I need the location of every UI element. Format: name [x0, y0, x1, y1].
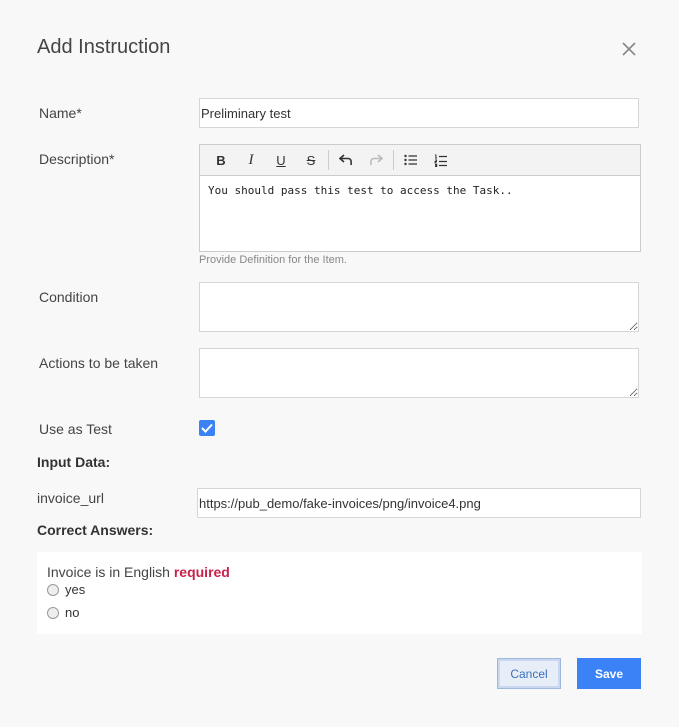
save-button[interactable]: Save: [577, 658, 641, 689]
checkmark-icon: [201, 423, 213, 433]
radio-label-no: no: [65, 605, 80, 620]
actions-textarea[interactable]: [199, 348, 639, 398]
question-label: Invoice is in English: [47, 564, 170, 580]
radio-option-yes[interactable]: yes: [47, 582, 85, 597]
condition-textarea[interactable]: [199, 282, 639, 332]
redo-icon: [370, 154, 383, 166]
dialog-title: Add Instruction: [37, 36, 171, 58]
close-icon: [622, 42, 636, 56]
description-label: Description*: [39, 151, 115, 167]
bullet-list-button[interactable]: [396, 147, 426, 173]
radio-option-no[interactable]: no: [47, 605, 79, 620]
strikethrough-button[interactable]: S: [296, 147, 326, 173]
answers-panel: Invoice is in English required yes no: [37, 552, 642, 634]
undo-button[interactable]: [331, 147, 361, 173]
toolbar-separator: [328, 150, 329, 170]
radio-button-yes[interactable]: [47, 583, 59, 596]
close-button[interactable]: [618, 38, 640, 60]
condition-label: Condition: [39, 289, 99, 305]
italic-button[interactable]: I: [236, 147, 266, 173]
numbered-list-icon: [434, 154, 447, 167]
redo-button[interactable]: [361, 147, 391, 173]
italic-icon: I: [248, 151, 254, 168]
cancel-button[interactable]: Cancel: [497, 658, 561, 689]
input-data-heading: Input Data:: [37, 454, 111, 470]
question-text: Invoice is in English required: [47, 564, 230, 580]
bold-icon: B: [216, 152, 226, 168]
undo-icon: [339, 154, 352, 166]
toolbar-separator: [393, 150, 394, 170]
description-help-text: Provide Definition for the Item.: [199, 254, 347, 266]
underline-button[interactable]: U: [266, 147, 296, 173]
use-as-test-label: Use as Test: [39, 421, 112, 437]
invoice-url-label: invoice_url: [37, 490, 104, 506]
underline-icon: U: [276, 152, 286, 168]
name-label: Name*: [39, 105, 82, 121]
bold-button[interactable]: B: [206, 147, 236, 173]
editor-toolbar: B I U S: [200, 145, 640, 176]
description-editor: B I U S You should pass this test to acc…: [199, 144, 641, 252]
bullet-list-icon: [404, 154, 417, 166]
strikethrough-icon: S: [306, 152, 316, 168]
numbered-list-button[interactable]: [426, 147, 456, 173]
radio-label-yes: yes: [65, 582, 86, 597]
correct-answers-heading: Correct Answers:: [37, 522, 154, 538]
name-input[interactable]: [199, 98, 639, 128]
description-text-area[interactable]: You should pass this test to access the …: [200, 176, 640, 205]
invoice-url-input[interactable]: [197, 488, 641, 518]
actions-label: Actions to be taken: [39, 355, 159, 371]
use-as-test-checkbox[interactable]: [199, 420, 215, 436]
radio-button-no[interactable]: [47, 606, 59, 619]
required-badge: required: [173, 564, 230, 580]
